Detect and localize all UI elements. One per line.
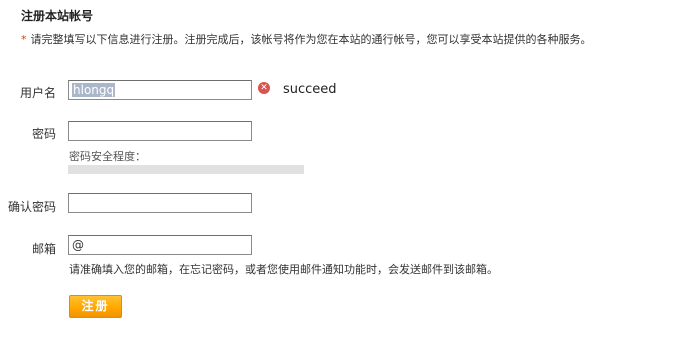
page-title: 注册本站帐号 <box>21 9 94 23</box>
password-field[interactable] <box>68 121 252 141</box>
username-value: hlongq <box>72 83 116 97</box>
email-field[interactable] <box>68 235 252 255</box>
email-hint: 请准确填入您的邮箱，在忘记密码，或者您使用邮件通知功能时，会发送邮件到该邮箱。 <box>69 263 498 276</box>
confirm-password-label: 确认密码 <box>7 200 56 214</box>
register-button[interactable]: 注册 <box>69 295 122 318</box>
email-label: 邮箱 <box>31 242 56 256</box>
registration-notice: * 请完整填写以下信息进行注册。注册完成后，该帐号将作为您在本站的通行帐号，您可以… <box>21 31 592 47</box>
username-status: succeed <box>283 82 337 97</box>
username-field[interactable]: hlongq <box>68 80 252 100</box>
username-label: 用户名 <box>19 86 56 100</box>
password-label: 密码 <box>31 127 56 141</box>
confirm-password-field[interactable] <box>68 193 252 213</box>
notice-text: 请完整填写以下信息进行注册。注册完成后，该帐号将作为您在本站的通行帐号，您可以享… <box>30 33 592 46</box>
error-icon: ✕ <box>258 82 270 94</box>
required-star: * <box>21 33 27 46</box>
password-strength-bar <box>68 165 304 174</box>
password-strength-label: 密码安全程度： <box>69 150 146 163</box>
